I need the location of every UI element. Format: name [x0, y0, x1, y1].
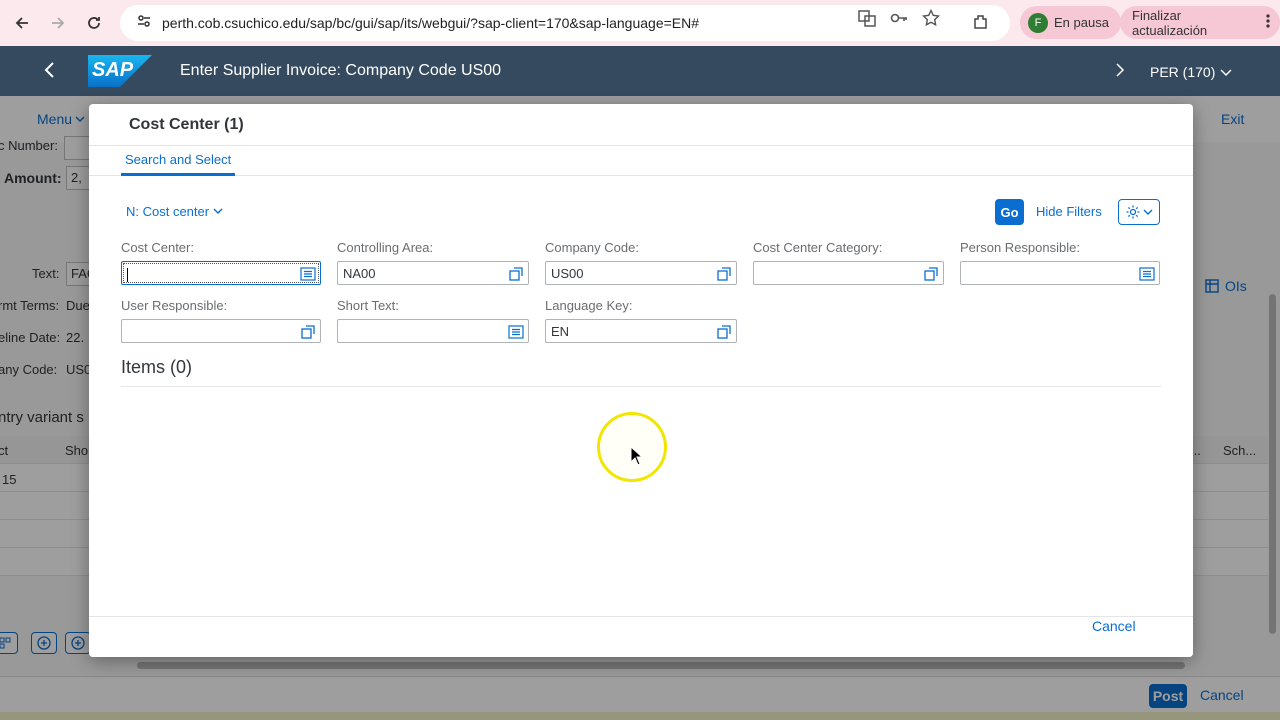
cancel-button[interactable]: Cancel: [1092, 618, 1136, 634]
value-help-icon[interactable]: [300, 324, 316, 340]
cost-center-input[interactable]: [121, 261, 321, 285]
value-help-icon[interactable]: [716, 266, 732, 282]
short-text-input[interactable]: [337, 319, 529, 343]
cost-center-category-input[interactable]: [753, 261, 944, 285]
gear-icon: [1126, 205, 1140, 219]
sap-shell-bar: SAP Enter Supplier Invoice: Company Code…: [0, 46, 1280, 96]
url-text: perth.cob.csuchico.edu/sap/bc/gui/sap/it…: [162, 15, 700, 31]
reload-icon[interactable]: [82, 11, 106, 35]
shell-back-icon[interactable]: [40, 59, 60, 86]
update-label: Finalizar actualización: [1132, 7, 1208, 38]
translate-icon[interactable]: [858, 9, 876, 32]
system-menu[interactable]: PER (170): [1150, 64, 1232, 80]
language-key-input[interactable]: EN: [545, 319, 737, 343]
items-title: Items (0): [121, 357, 193, 377]
value-help-icon[interactable]: [716, 324, 732, 340]
profile-status: En pausa: [1054, 15, 1109, 30]
update-button[interactable]: Finalizar actualización: [1120, 6, 1280, 39]
cost-center-label: Cost Center:: [121, 240, 194, 255]
cost-center-category-label: Cost Center Category:: [753, 240, 883, 255]
company-code-value: US00: [551, 266, 584, 281]
cost-center-dialog: Cost Center (1) Search and Select N: Cos…: [89, 104, 1193, 657]
tab-search-and-select[interactable]: Search and Select: [121, 152, 236, 176]
extensions-icon[interactable]: [972, 13, 990, 36]
list-icon[interactable]: [1139, 266, 1155, 282]
user-responsible-label: User Responsible:: [121, 298, 228, 313]
divider: [121, 386, 1161, 387]
hide-filters-button[interactable]: Hide Filters: [1036, 204, 1102, 219]
chevron-down-icon: [213, 208, 223, 214]
more-vert-icon: [1266, 14, 1270, 31]
chevron-down-icon: [1143, 209, 1153, 215]
dialog-tabs: Search and Select: [89, 146, 1193, 176]
browser-toolbar: perth.cob.csuchico.edu/sap/bc/gui/sap/it…: [0, 0, 1280, 46]
company-code-input[interactable]: US00: [545, 261, 737, 285]
variant-selector[interactable]: N: Cost center: [126, 204, 223, 219]
dialog-footer: [89, 616, 1193, 657]
language-key-label: Language Key:: [545, 298, 633, 313]
short-text-label: Short Text:: [337, 298, 399, 313]
value-help-icon[interactable]: [923, 266, 939, 282]
bookmark-star-icon[interactable]: [921, 8, 941, 32]
profile-avatar: F: [1028, 12, 1048, 33]
mouse-pointer-icon: [630, 446, 644, 466]
list-icon[interactable]: [508, 324, 524, 340]
person-responsible-input[interactable]: [960, 261, 1160, 285]
app-title: Enter Supplier Invoice: Company Code US0…: [180, 62, 502, 79]
forward-icon[interactable]: [46, 11, 70, 35]
user-responsible-input[interactable]: [121, 319, 321, 343]
site-settings-icon[interactable]: [136, 13, 152, 34]
password-key-icon[interactable]: [890, 9, 908, 32]
dialog-title: Cost Center (1): [129, 116, 244, 133]
chevron-right-icon[interactable]: [1114, 62, 1126, 83]
controlling-area-label: Controlling Area:: [337, 240, 434, 255]
language-key-value: EN: [551, 324, 570, 339]
sap-logo-text: SAP: [92, 59, 134, 81]
value-help-icon[interactable]: [508, 266, 524, 282]
variant-label: N: Cost center: [126, 204, 210, 219]
text-caret: [127, 267, 128, 282]
profile-paused-button[interactable]: F En pausa: [1020, 6, 1121, 39]
settings-button[interactable]: [1118, 199, 1160, 225]
controlling-area-input[interactable]: NA00: [337, 261, 529, 285]
person-responsible-label: Person Responsible:: [960, 240, 1080, 255]
system-label: PER (170): [1150, 64, 1216, 80]
go-button[interactable]: Go: [995, 199, 1024, 225]
back-icon[interactable]: [10, 11, 34, 35]
chevron-down-icon: [1220, 64, 1232, 80]
controlling-area-value: NA00: [343, 266, 376, 281]
dialog-header: Cost Center (1): [89, 104, 1193, 146]
company-code-label: Company Code:: [545, 240, 639, 255]
list-icon[interactable]: [300, 266, 316, 282]
sap-logo[interactable]: SAP: [88, 55, 152, 87]
